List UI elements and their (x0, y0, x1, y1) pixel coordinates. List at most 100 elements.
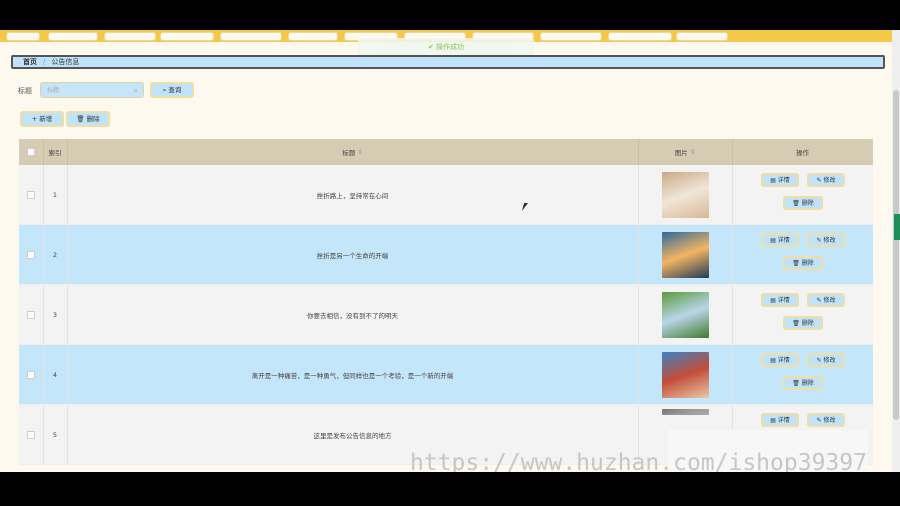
row-checkbox[interactable] (27, 430, 35, 439)
breadcrumb-home[interactable]: 首页 (23, 58, 37, 66)
nav-tab[interactable] (288, 32, 338, 41)
delete-button[interactable]: 🗑 删除 (783, 196, 823, 210)
detail-label: 详情 (777, 417, 790, 424)
title-filter-label: 标题 (18, 87, 32, 95)
detail-button[interactable]: ▤ 详情 (761, 293, 799, 307)
header-actions: 操作 (796, 149, 809, 157)
trash-icon: 🗑 (792, 320, 800, 327)
nav-tab[interactable] (160, 32, 214, 41)
nav-tab[interactable] (540, 32, 602, 41)
detail-label: 详情 (777, 297, 790, 304)
edit-button[interactable]: ✎ 修改 (807, 233, 845, 247)
edit-button[interactable]: ✎ 修改 (807, 413, 845, 427)
select-all-cell (19, 139, 43, 165)
row-image-cell (638, 225, 732, 284)
row-select-cell (19, 225, 43, 284)
edit-label: 修改 (823, 237, 836, 244)
document-icon: ▤ (770, 417, 776, 424)
document-icon: ▤ (770, 357, 776, 364)
document-icon: ▤ (770, 297, 776, 304)
edit-button[interactable]: ✎ 修改 (807, 353, 845, 367)
row-index: 1 (52, 190, 58, 199)
nav-tab[interactable] (608, 32, 672, 41)
notice-thumbnail[interactable] (661, 171, 709, 218)
row-checkbox[interactable] (27, 190, 35, 199)
edit-button[interactable]: ✎ 修改 (807, 293, 845, 307)
delete-button[interactable]: 🗑 删除 (783, 316, 823, 330)
row-index: 4 (52, 370, 58, 379)
table-row: 4 离开是一种痛苦，是一种勇气，但同样也是一个考验，是一个新的开端 ▤ 详情 ✎… (19, 345, 873, 405)
delete-label: 删除 (801, 200, 814, 207)
edit-label: 修改 (823, 357, 836, 364)
nav-tab[interactable] (104, 32, 156, 41)
header-image[interactable]: 图片 ⇕ (638, 139, 732, 165)
table-row: 3 你要去相信，没有到不了的明天 ▤ 详情 ✎ 修改 🗑 删除 (19, 285, 873, 345)
pencil-icon: ✎ (816, 357, 822, 364)
detail-button[interactable]: ▤ 详情 (761, 353, 799, 367)
row-checkbox[interactable] (27, 370, 35, 379)
plus-icon: + (31, 115, 38, 123)
edit-label: 修改 (823, 417, 836, 424)
detail-button[interactable]: ▤ 详情 (761, 173, 799, 187)
search-input-placeholder: 标题 (47, 87, 60, 94)
delete-label: 删除 (801, 380, 814, 387)
title-search-input[interactable]: 标题 ⌕ (40, 82, 144, 98)
notice-thumbnail[interactable] (661, 231, 709, 278)
breadcrumb-current: 公告信息 (51, 58, 80, 66)
edit-label: 修改 (823, 177, 836, 184)
header-title-label: 标题 (342, 149, 356, 157)
breadcrumb-separator: / (43, 58, 46, 66)
nav-tab[interactable] (48, 32, 98, 41)
side-handle[interactable] (894, 214, 900, 240)
sort-icon: ⇕ (689, 148, 696, 156)
delete-button[interactable]: 🗑 删除 (783, 376, 823, 390)
edit-button[interactable]: ✎ 修改 (807, 173, 845, 187)
nav-tab[interactable] (676, 32, 728, 41)
trash-icon: 🗑 (792, 260, 800, 267)
row-checkbox[interactable] (27, 250, 35, 259)
document-icon: ▤ (770, 177, 776, 184)
row-index: 5 (52, 430, 58, 439)
table-header: 索引 标题 ⇕ 图片 ⇕ 操作 (19, 139, 873, 165)
row-title: 离开是一种痛苦，是一种勇气，但同样也是一个考验，是一个新的开端 (251, 371, 454, 380)
row-title: 挫折路上，坚持常在心间 (316, 191, 389, 200)
success-toast: ✔ 操作成功 (358, 38, 534, 56)
detail-label: 详情 (777, 357, 790, 364)
notice-thumbnail[interactable] (661, 291, 709, 338)
header-index: 索引 (48, 149, 62, 157)
row-checkbox[interactable] (27, 310, 35, 319)
pencil-icon: ✎ (816, 237, 822, 244)
search-button[interactable]: ⌕ 查询 (150, 82, 194, 98)
nav-tab[interactable] (220, 32, 282, 41)
pencil-icon: ✎ (816, 297, 822, 304)
notice-table: 索引 标题 ⇕ 图片 ⇕ 操作 1 挫折路上，坚持常在心间 ▤ 详情 ✎ 修改 … (19, 139, 873, 465)
table-row: 2 挫折是另一个生命的开端 ▤ 详情 ✎ 修改 🗑 删除 (19, 225, 873, 285)
add-button[interactable]: + 新增 (20, 111, 64, 127)
header-title[interactable]: 标题 ⇕ (67, 139, 638, 165)
notice-thumbnail[interactable] (661, 351, 709, 398)
row-index: 2 (52, 250, 58, 259)
row-select-cell (19, 345, 43, 404)
pencil-icon: ✎ (816, 417, 822, 424)
nav-tab[interactable] (6, 32, 40, 41)
detail-button[interactable]: ▤ 详情 (761, 233, 799, 247)
row-select-cell (19, 405, 43, 464)
trash-icon: 🗑 (76, 115, 85, 123)
trash-icon: 🗑 (792, 200, 800, 207)
row-title: 挫折是另一个生命的开端 (316, 251, 389, 260)
delete-button[interactable]: 🗑 删除 (783, 256, 823, 270)
row-select-cell (19, 165, 43, 224)
row-image-cell (638, 165, 732, 224)
select-all-checkbox[interactable] (27, 148, 35, 156)
scrollbar-thumb[interactable] (893, 90, 899, 420)
delete-label: 删除 (801, 320, 814, 327)
watermark-text: https://www.huzhan.com/ishop39397 (410, 450, 867, 472)
row-image-cell (638, 285, 732, 344)
add-button-label: 新增 (39, 115, 53, 123)
bulk-delete-label: 删除 (86, 115, 100, 123)
app-viewport: ✔ 操作成功 首页 / 公告信息 标题 标题 ⌕ ⌕ 查询 + 新增 🗑 删除 索引… (0, 30, 900, 472)
notice-thumbnail[interactable] (661, 409, 709, 415)
bulk-delete-button[interactable]: 🗑 删除 (66, 111, 110, 127)
delete-label: 删除 (801, 260, 814, 267)
detail-button[interactable]: ▤ 详情 (761, 413, 799, 427)
